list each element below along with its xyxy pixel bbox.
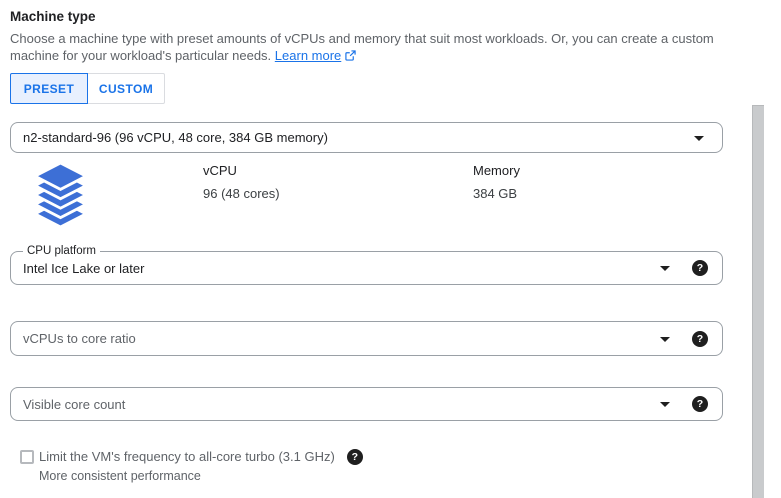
memory-value: 384 GB [473, 187, 520, 201]
turbo-limit-help-icon[interactable]: ? [347, 449, 363, 465]
machine-type-select[interactable]: n2-standard-96 (96 vCPU, 48 core, 384 GB… [10, 122, 723, 153]
tab-custom[interactable]: CUSTOM [87, 73, 165, 104]
visible-core-count-help-icon[interactable]: ? [692, 396, 708, 412]
cpu-platform-help-icon[interactable]: ? [692, 260, 708, 276]
memory-label: Memory [473, 164, 520, 178]
visible-core-count-select[interactable]: Visible core count ? [10, 387, 723, 421]
description: Choose a machine type with preset amount… [10, 31, 722, 64]
cpu-platform-select[interactable]: CPU platform Intel Ice Lake or later ? [10, 251, 723, 285]
vcpu-label: vCPU [203, 164, 280, 178]
turbo-limit-checkbox[interactable] [20, 450, 34, 464]
dropdown-arrow-icon [660, 337, 670, 342]
vcpu-core-ratio-select[interactable]: vCPUs to core ratio ? [10, 321, 723, 356]
learn-more-link[interactable]: Learn more [275, 48, 356, 63]
external-link-icon [345, 50, 356, 61]
machine-type-panel: Machine type Choose a machine type with … [0, 0, 781, 498]
learn-more-label: Learn more [275, 48, 341, 63]
dropdown-arrow-icon [694, 136, 704, 141]
visible-core-count-placeholder: Visible core count [11, 397, 125, 412]
vcpu-core-ratio-help-icon[interactable]: ? [692, 331, 708, 347]
memory-summary: Memory 384 GB [473, 164, 520, 201]
vcpu-summary: vCPU 96 (48 cores) [203, 164, 280, 201]
cpu-platform-select-value: Intel Ice Lake or later [11, 261, 144, 276]
vertical-scrollbar-thumb[interactable] [752, 105, 764, 498]
description-text: Choose a machine type with preset amount… [10, 31, 714, 63]
machine-layers-icon [33, 162, 88, 228]
machine-type-select-value: n2-standard-96 (96 vCPU, 48 core, 384 GB… [11, 130, 328, 145]
vcpu-core-ratio-placeholder: vCPUs to core ratio [11, 331, 136, 346]
page-title: Machine type [10, 8, 96, 26]
dropdown-arrow-icon [660, 402, 670, 407]
dropdown-arrow-icon [660, 266, 670, 271]
tab-preset[interactable]: PRESET [10, 73, 88, 104]
turbo-limit-label: Limit the VM's frequency to all-core tur… [39, 449, 335, 465]
cpu-platform-field-label: CPU platform [23, 244, 100, 258]
vcpu-value: 96 (48 cores) [203, 187, 280, 201]
turbo-limit-sublabel: More consistent performance [39, 469, 201, 483]
machine-type-tabs: PRESET CUSTOM [10, 73, 165, 104]
turbo-limit-row: Limit the VM's frequency to all-core tur… [20, 449, 363, 465]
